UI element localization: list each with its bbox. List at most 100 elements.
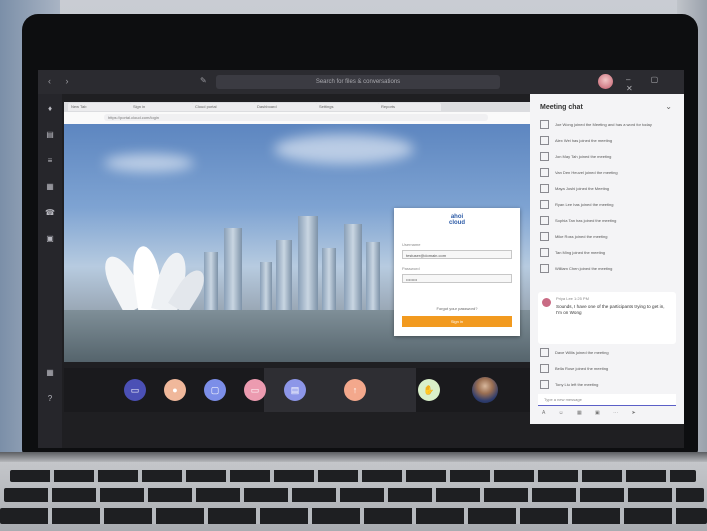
chat-title: Meeting chat xyxy=(540,104,583,111)
chat-event: Tony Liu left the meeting xyxy=(540,380,674,390)
building xyxy=(260,262,272,312)
search-input[interactable]: Search for files & conversations xyxy=(216,75,500,89)
chat-event: Bella Rose joined the meeting xyxy=(540,364,674,374)
mic-icon[interactable]: ● xyxy=(164,379,186,401)
nav-arrows[interactable]: ‹ › xyxy=(48,76,75,86)
calls-icon[interactable]: ☎ xyxy=(44,208,56,218)
message-author: Priya Lee 1:25 PM xyxy=(556,296,589,301)
join-icon xyxy=(540,264,549,274)
building xyxy=(344,224,362,312)
chat-event-text: Alex Wei has joined the meeting xyxy=(555,138,613,143)
teams-window: ‹ › ✎ Search for files & conversations –… xyxy=(38,70,684,448)
join-icon xyxy=(540,120,549,130)
chat-compose-input[interactable]: Type a new message xyxy=(538,394,676,406)
browser-tab[interactable]: New Tab xyxy=(68,103,131,111)
chat-event-text: Tan Ming joined the meeting xyxy=(555,250,606,255)
sign-in-button[interactable]: Sign in xyxy=(402,316,512,327)
edit-icon[interactable]: ✎ xyxy=(200,76,207,85)
chat-event-text: Sophia Tan has joined the meeting xyxy=(555,218,617,223)
chat-event: Ryan Lee has joined the meeting xyxy=(540,200,674,210)
building xyxy=(366,242,380,312)
chat-event-text: Jon May Tah joined the meeting xyxy=(555,154,612,159)
chat-event-text: Bella Rose joined the meeting xyxy=(555,366,609,371)
chat-event-text: Maya Joshi joined the Meeting xyxy=(555,186,610,191)
avatar xyxy=(542,298,551,307)
join-icon xyxy=(540,216,549,226)
chat-message: Priya Lee 1:25 PM Sounds, I have one of … xyxy=(538,292,676,344)
brand-logo: ahoi cloud xyxy=(394,214,520,226)
key-row xyxy=(0,508,707,524)
teams-icon[interactable]: ≡ xyxy=(44,156,56,166)
building xyxy=(276,240,292,312)
title-bar: ‹ › ✎ Search for files & conversations –… xyxy=(38,70,684,94)
skyline-photo: ahoi cloud Username testuser@domain.com … xyxy=(64,124,532,362)
logo-line: cloud xyxy=(449,220,465,226)
window-controls[interactable]: – ▢ ✕ xyxy=(626,75,684,93)
profile-avatar[interactable] xyxy=(598,74,613,89)
password-label: Password xyxy=(402,266,420,271)
username-field[interactable]: testuser@domain.com xyxy=(402,250,512,259)
leave-icon xyxy=(540,380,549,390)
browser-tab[interactable]: Cloud portal xyxy=(192,103,255,111)
login-card: ahoi cloud Username testuser@domain.com … xyxy=(394,208,520,336)
chat-event: Van Den Heuvel joined the meeting xyxy=(540,168,674,178)
shared-screen: New Tab Sign in Cloud portal Dashboard S… xyxy=(64,102,532,362)
call-controls: ▭ ● ▢ ▭ ▤ ↑ ✋ xyxy=(64,368,532,412)
join-icon xyxy=(540,136,549,146)
left-rail: ♦ ▤ ≡ ▦ ☎ ▣ ▦ ? xyxy=(38,94,62,448)
join-icon xyxy=(540,364,549,374)
url-input[interactable]: https://portal.cloud.com/login xyxy=(104,114,488,121)
chat-event-text: Van Den Heuvel joined the meeting xyxy=(555,170,618,175)
video-icon[interactable]: ▭ xyxy=(124,379,146,401)
building xyxy=(204,252,218,312)
cloud xyxy=(104,154,194,172)
hangup-icon[interactable]: ↑ xyxy=(344,379,366,401)
key-row xyxy=(4,488,704,502)
chat-event: Maya Joshi joined the Meeting xyxy=(540,184,674,194)
keyboard-deck xyxy=(0,462,707,531)
cloud xyxy=(274,134,414,164)
browser-tab[interactable]: Dashboard xyxy=(254,103,317,111)
share-icon[interactable]: ▢ xyxy=(204,379,226,401)
forgot-password-link[interactable]: Forgot your password? xyxy=(394,306,520,311)
chat-event: Alex Wei has joined the meeting xyxy=(540,136,674,146)
chat-event-text: Tony Liu left the meeting xyxy=(555,382,599,387)
chat-event: Sophia Tan has joined the meeting xyxy=(540,216,674,226)
participant-avatar[interactable] xyxy=(472,377,498,403)
compose-toolbar[interactable]: A ☺ ▦ ▣ ⋯ ➤ xyxy=(542,410,642,416)
activity-icon[interactable]: ♦ xyxy=(44,104,56,114)
join-icon xyxy=(540,152,549,162)
files-icon[interactable]: ▣ xyxy=(44,234,56,244)
message-text: Sounds, I have one of the participants t… xyxy=(556,304,665,315)
chat-event-text: Ryan Lee has joined the meeting xyxy=(555,202,614,207)
chat-event-text: Joe Wong joined the Meeting and has a wo… xyxy=(555,122,652,127)
browser-tab[interactable]: Reports xyxy=(378,103,441,111)
chat-toggle-icon[interactable]: ▤ xyxy=(284,379,306,401)
lotus-museum xyxy=(97,242,210,315)
calendar-icon[interactable]: ▦ xyxy=(44,182,56,192)
chat-icon[interactable]: ▤ xyxy=(44,130,56,140)
chat-event-text: Dave Willis joined the meeting xyxy=(555,350,609,355)
apps-icon[interactable]: ▦ xyxy=(44,368,56,378)
join-icon xyxy=(540,168,549,178)
raise-hand-icon[interactable]: ✋ xyxy=(418,379,440,401)
chat-event: William Chen joined the meeting xyxy=(540,264,674,274)
browser-tab[interactable]: Settings xyxy=(316,103,379,111)
password-field[interactable]: •••••••• xyxy=(402,274,512,283)
browser-tabs: New Tab Sign in Cloud portal Dashboard S… xyxy=(64,102,532,112)
chat-event: Dave Willis joined the meeting xyxy=(540,348,674,358)
meeting-chat-panel: Meeting chat ⌄ Joe Wong joined the Meeti… xyxy=(530,94,684,424)
chat-event-text: Mike Ross joined the meeting xyxy=(555,234,608,239)
more-icon[interactable]: ▭ xyxy=(244,379,266,401)
close-icon[interactable]: ⌄ xyxy=(665,102,672,111)
join-icon xyxy=(540,248,549,258)
join-icon xyxy=(540,184,549,194)
building xyxy=(224,228,242,312)
building xyxy=(322,248,336,312)
join-icon xyxy=(540,348,549,358)
help-icon[interactable]: ? xyxy=(44,394,56,404)
chat-event: Tan Ming joined the meeting xyxy=(540,248,674,258)
browser-tab[interactable]: Sign in xyxy=(130,103,193,111)
building xyxy=(298,216,318,312)
chat-event: Joe Wong joined the Meeting and has a wo… xyxy=(540,120,674,130)
